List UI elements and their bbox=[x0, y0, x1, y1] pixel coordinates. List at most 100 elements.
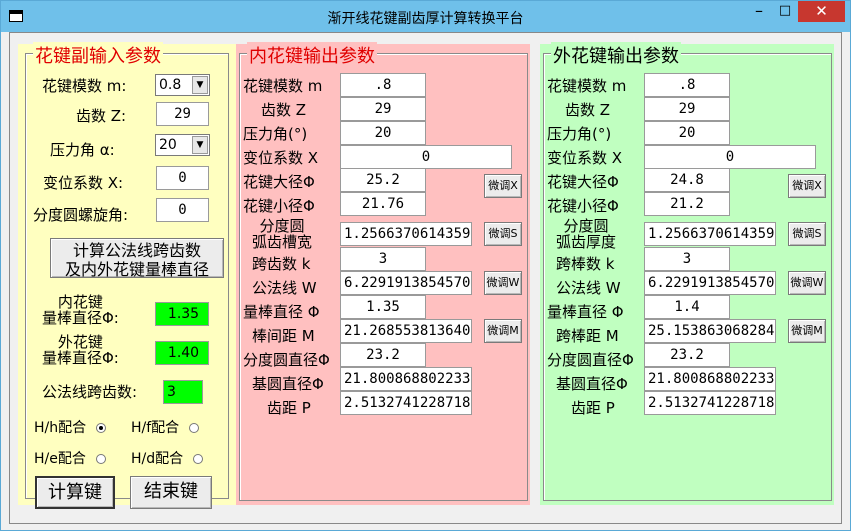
inner-between-value[interactable]: 21.2685538136402 bbox=[340, 319, 472, 343]
inner-pitch-p-label: 齿距 P bbox=[267, 399, 311, 417]
span-value: 3 bbox=[163, 380, 203, 404]
outer-teeth-value[interactable]: 29 bbox=[644, 97, 730, 121]
fit-radio-hh[interactable]: H/h配合 bbox=[34, 417, 107, 437]
inner-rod-label: 内花键 量棒直径Φ: bbox=[42, 293, 119, 327]
outer-minor-label: 花键小径Φ bbox=[547, 197, 619, 215]
outer-base-label: 基圆直径Φ bbox=[556, 375, 628, 393]
inner-groove-value[interactable]: 1.25663706143592 bbox=[340, 222, 472, 246]
inner-major-label: 花键大径Φ bbox=[243, 173, 315, 191]
outer-adjust-x-button[interactable]: 微调X bbox=[788, 174, 826, 198]
pressure-angle-select[interactable]: 20 ▼ bbox=[155, 134, 210, 156]
outer-base-value[interactable]: 21.8008688022331 bbox=[644, 367, 776, 391]
minimize-button[interactable]: – bbox=[746, 1, 772, 22]
helix-input[interactable]: 0 bbox=[156, 198, 209, 222]
outer-rod-value: 1.40 bbox=[155, 341, 209, 365]
radio-unchecked-icon[interactable] bbox=[95, 454, 106, 464]
outer-rod-label: 外花键 量棒直径Φ: bbox=[42, 333, 119, 367]
outer-panel-title: 外花键输出参数 bbox=[551, 42, 681, 68]
fit-radio-hf[interactable]: H/f配合 bbox=[131, 417, 200, 437]
outer-rod-value[interactable]: 1.4 bbox=[644, 295, 730, 319]
outer-span-value[interactable]: 3 bbox=[644, 247, 730, 271]
fit-radio-hd-label: H/d配合 bbox=[131, 451, 184, 467]
window-title: 渐开线花键副齿厚计算转换平台 bbox=[327, 11, 524, 27]
outer-adjust-w-button[interactable]: 微调W bbox=[788, 271, 826, 295]
radio-unchecked-icon[interactable] bbox=[189, 423, 200, 433]
shift-input[interactable]: 0 bbox=[156, 166, 209, 190]
inner-shift-label: 变位系数 X bbox=[243, 149, 319, 167]
outer-wlen-label: 公法线 W bbox=[556, 279, 621, 297]
outer-module-label: 花键模数 m bbox=[547, 77, 627, 95]
inner-teeth-label: 齿数 Z bbox=[261, 101, 307, 119]
end-button[interactable]: 结束键 bbox=[130, 476, 212, 509]
fit-radio-hh-label: H/h配合 bbox=[34, 420, 87, 436]
outer-adjust-m-button[interactable]: 微调M bbox=[788, 319, 826, 343]
module-select[interactable]: 0.8 ▼ bbox=[155, 74, 210, 96]
outer-teeth-label: 齿数 Z bbox=[565, 101, 611, 119]
inner-module-value[interactable]: .8 bbox=[340, 73, 426, 97]
outer-over-value[interactable]: 25.1538630682848 bbox=[644, 319, 776, 343]
radio-checked-icon[interactable] bbox=[96, 423, 107, 433]
inner-wlen-value[interactable]: 6.22919138545701 bbox=[340, 271, 472, 295]
helix-label: 分度圆螺旋角: bbox=[33, 206, 129, 224]
outer-adjust-s-button[interactable]: 微调S bbox=[788, 222, 826, 246]
chevron-down-icon[interactable]: ▼ bbox=[192, 136, 208, 154]
inner-span-label: 跨齿数 k bbox=[252, 255, 311, 273]
inner-adjust-m-button[interactable]: 微调M bbox=[484, 319, 522, 343]
inner-teeth-value[interactable]: 29 bbox=[340, 97, 426, 121]
inner-rod-label: 量棒直径 Φ bbox=[243, 303, 320, 321]
client-area: 花键副输入参数 花键模数 m: 0.8 ▼ 齿数 Z: 29 压力角 α: 20… bbox=[9, 32, 842, 524]
inner-between-label: 棒间距 M bbox=[252, 327, 315, 345]
outer-shift-value[interactable]: 0 bbox=[644, 145, 816, 169]
teeth-label: 齿数 Z: bbox=[76, 107, 127, 125]
pressure-angle-select-value: 20 bbox=[159, 137, 177, 153]
outer-pitch-value[interactable]: 23.2 bbox=[644, 343, 730, 367]
inner-span-value[interactable]: 3 bbox=[340, 247, 426, 271]
title-bar[interactable]: 渐开线花键副齿厚计算转换平台 – □ ✕ bbox=[1, 1, 850, 32]
inner-pitch-p-value[interactable]: 2.51327412287183 bbox=[340, 391, 472, 415]
inner-minor-value[interactable]: 21.76 bbox=[340, 192, 426, 216]
fit-radio-hf-label: H/f配合 bbox=[131, 420, 180, 436]
calc-rod-button[interactable]: 计算公法线跨齿数 及内外花键量棒直径 bbox=[50, 238, 224, 279]
fit-radio-he[interactable]: H/e配合 bbox=[34, 448, 106, 468]
outer-span-label: 跨棒数 k bbox=[556, 255, 615, 273]
close-button[interactable]: ✕ bbox=[798, 1, 845, 22]
inner-major-value[interactable]: 25.2 bbox=[340, 168, 426, 192]
outer-major-value[interactable]: 24.8 bbox=[644, 168, 730, 192]
outer-minor-value[interactable]: 21.2 bbox=[644, 192, 730, 216]
inner-adjust-x-button[interactable]: 微调X bbox=[484, 174, 522, 198]
fit-radio-hd[interactable]: H/d配合 bbox=[131, 448, 204, 468]
inner-pressure-value[interactable]: 20 bbox=[340, 121, 426, 145]
calc-button[interactable]: 计算键 bbox=[35, 476, 115, 509]
outer-pressure-value[interactable]: 20 bbox=[644, 121, 730, 145]
fit-radio-he-label: H/e配合 bbox=[34, 451, 86, 467]
outer-wlen-value[interactable]: 6.22919138545701 bbox=[644, 271, 776, 295]
outer-thick-label: 分度圆 弧齿厚度 bbox=[556, 217, 617, 251]
inner-adjust-s-button[interactable]: 微调S bbox=[484, 222, 522, 246]
maximize-button[interactable]: □ bbox=[772, 1, 798, 22]
inner-base-value[interactable]: 21.8008688022331 bbox=[340, 367, 472, 391]
outer-pitch-p-value[interactable]: 2.51327412287183 bbox=[644, 391, 776, 415]
inner-rod-value[interactable]: 1.35 bbox=[340, 295, 426, 319]
inner-minor-label: 花键小径Φ bbox=[243, 197, 315, 215]
inner-pitch-value[interactable]: 23.2 bbox=[340, 343, 426, 367]
teeth-input[interactable]: 29 bbox=[156, 102, 209, 126]
outer-module-value[interactable]: .8 bbox=[644, 73, 730, 97]
outer-thick-value[interactable]: 1.25663706143592 bbox=[644, 222, 776, 246]
app-window: 渐开线花键副齿厚计算转换平台 – □ ✕ 花键副输入参数 花键模数 m: 0.8… bbox=[0, 0, 851, 531]
outer-panel: 外花键输出参数 花键模数 m .8 齿数 Z 29 压力角(°) 20 变位系数… bbox=[540, 42, 834, 505]
radio-unchecked-icon[interactable] bbox=[193, 454, 204, 464]
inner-base-label: 基圆直径Φ bbox=[252, 375, 324, 393]
pressure-angle-label: 压力角 α: bbox=[50, 141, 115, 159]
inner-panel: 内花键输出参数 花键模数 m .8 齿数 Z 29 压力角(°) 20 变位系数… bbox=[236, 42, 530, 505]
outer-pitch-label: 分度圆直径Φ bbox=[547, 351, 634, 369]
outer-pressure-label: 压力角(°) bbox=[547, 125, 612, 143]
inner-rod-value: 1.35 bbox=[155, 302, 209, 326]
outer-over-label: 跨棒距 M bbox=[556, 327, 619, 345]
inner-pressure-label: 压力角(°) bbox=[243, 125, 308, 143]
inner-shift-value[interactable]: 0 bbox=[340, 145, 512, 169]
chevron-down-icon[interactable]: ▼ bbox=[192, 76, 208, 94]
shift-label: 变位系数 X: bbox=[43, 174, 124, 192]
inner-groove-label: 分度圆 弧齿槽宽 bbox=[252, 217, 313, 251]
outer-pitch-p-label: 齿距 P bbox=[571, 399, 615, 417]
inner-adjust-w-button[interactable]: 微调W bbox=[484, 271, 522, 295]
